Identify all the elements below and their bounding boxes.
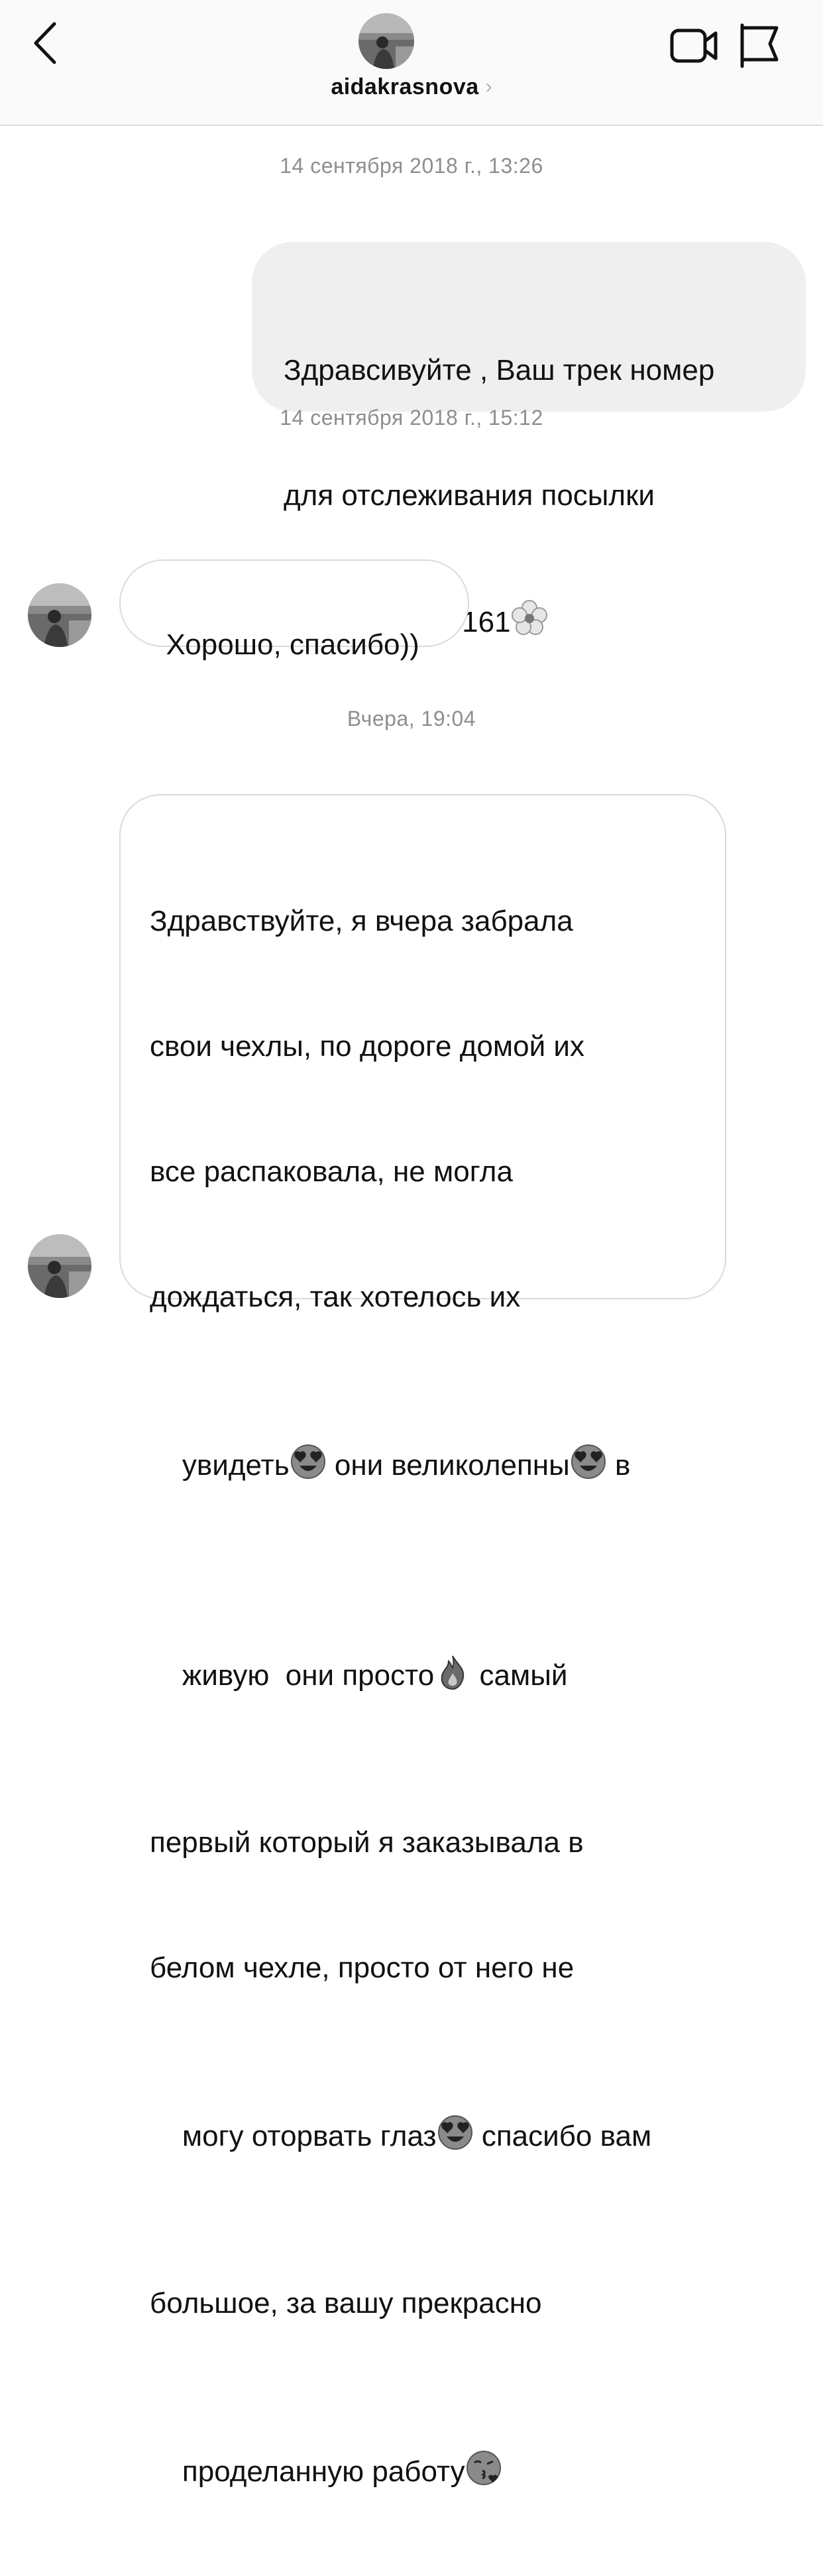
message-line: свои чехлы, по дороге домой их bbox=[150, 1030, 584, 1063]
incoming-message-bubble[interactable]: Здравствуйте, я вчера забрала свои чехлы… bbox=[119, 794, 726, 2488]
profile-avatar[interactable] bbox=[358, 13, 414, 69]
blossom-emoji-icon bbox=[511, 600, 547, 635]
message-segment: спасибо вам bbox=[473, 2120, 652, 2152]
back-chevron-icon[interactable] bbox=[29, 20, 66, 66]
message-segment: могу оторвать глаз bbox=[182, 2120, 437, 2152]
message-line: для отслеживания посылки bbox=[284, 479, 655, 512]
incoming-message-bubble[interactable]: Хорошо, спасибо)) bbox=[119, 559, 469, 661]
message-segment: самый bbox=[471, 1659, 568, 1692]
timestamp: 14 сентября 2018 г., 13:26 bbox=[280, 154, 543, 178]
message-line: большое, за вашу прекрасно bbox=[150, 2287, 542, 2319]
message-line: белом чехле, просто от него не bbox=[150, 1952, 575, 1984]
outgoing-message-bubble[interactable]: Здравсивуйте , Ваш трек номер для отслеж… bbox=[252, 242, 806, 638]
chat-header: aidakrasnova › bbox=[0, 0, 823, 126]
message-line: Здравсивуйте , Ваш трек номер bbox=[284, 354, 715, 386]
heart-eyes-emoji-icon bbox=[437, 2115, 472, 2150]
chevron-right-icon: › bbox=[485, 76, 492, 97]
message-segment: увидеть bbox=[182, 1449, 290, 1482]
timestamp: 14 сентября 2018 г., 15:12 bbox=[280, 406, 543, 430]
kissing-face-emoji-icon bbox=[466, 2451, 501, 2485]
message-segment: проделанную работу bbox=[182, 2455, 465, 2488]
message-segment: живую они просто bbox=[182, 1659, 435, 1692]
report-flag-icon[interactable] bbox=[737, 23, 781, 69]
message-line: первый который я заказывала в bbox=[150, 1826, 584, 1859]
message-text: Хорошо, спасибо)) bbox=[166, 628, 419, 661]
message-line: все распаковала, не могла bbox=[150, 1155, 513, 1188]
message-segment: они великолепны bbox=[326, 1449, 570, 1482]
video-call-icon[interactable] bbox=[669, 24, 720, 68]
sender-avatar[interactable] bbox=[28, 1234, 91, 1298]
message-line: Здравствуйте, я вчера забрала bbox=[150, 905, 573, 937]
message-line: дождаться, так хотелось их bbox=[150, 1281, 521, 1313]
heart-eyes-emoji-icon bbox=[290, 1444, 325, 1479]
fire-emoji-icon bbox=[441, 1655, 465, 1690]
sender-avatar[interactable] bbox=[28, 583, 91, 647]
heart-eyes-emoji-icon bbox=[571, 1444, 606, 1479]
message-segment: в bbox=[606, 1449, 631, 1482]
username-title[interactable]: aidakrasnova bbox=[331, 74, 478, 100]
timestamp: Вчера, 19:04 bbox=[347, 707, 476, 731]
